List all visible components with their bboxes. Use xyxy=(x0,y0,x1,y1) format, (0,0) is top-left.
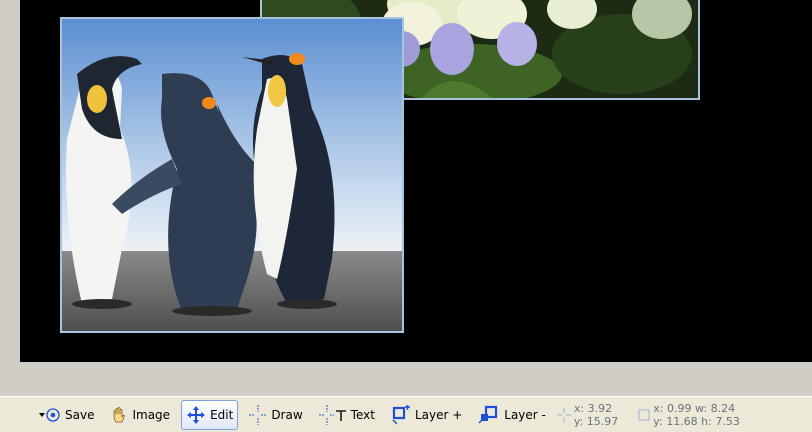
selection-rect-icon xyxy=(638,409,650,421)
cursor-y-value: y: 15.97 xyxy=(573,414,619,428)
text-label: Text xyxy=(350,407,375,422)
image-button[interactable]: Image xyxy=(105,400,175,430)
photo-stage[interactable] xyxy=(20,0,812,362)
edit-label: Edit xyxy=(210,407,234,422)
save-dropdown-icon xyxy=(39,407,61,422)
canvas-area[interactable] xyxy=(0,0,812,395)
crosshair-icon xyxy=(249,404,268,425)
text-button[interactable]: Text xyxy=(314,400,380,430)
draw-label: Draw xyxy=(271,407,303,422)
penguins-photo[interactable] xyxy=(60,17,404,333)
selection-readout: x: 0.99 w: 8.24 y: 11.68 h: 7.53 xyxy=(638,402,740,428)
crosshair-text-icon xyxy=(318,404,347,425)
move-arrows-icon xyxy=(186,405,206,425)
draw-button[interactable]: Draw xyxy=(244,400,307,430)
layer-add-label: Layer + xyxy=(414,407,463,422)
edit-button[interactable]: Edit xyxy=(181,399,239,430)
cursor-position-readout: x: 3.92 y: 15.97 xyxy=(556,401,619,428)
bottom-toolbar: Save Image Edit Draw Text Layer + Layer … xyxy=(0,396,812,432)
layer-remove-button[interactable]: Layer - xyxy=(473,400,551,430)
layer-add-button[interactable]: Layer + xyxy=(386,400,467,430)
layer-add-icon xyxy=(391,404,411,425)
image-label: Image xyxy=(132,407,171,422)
selection-line-2: y: 11.68 h: 7.53 xyxy=(653,414,740,428)
cursor-position-icon xyxy=(556,407,571,422)
selection-line-1: x: 0.99 w: 8.24 xyxy=(653,401,736,415)
save-button[interactable]: Save xyxy=(34,400,99,430)
layer-remove-label: Layer - xyxy=(504,407,546,422)
layer-remove-icon xyxy=(478,405,500,425)
cursor-x-value: x: 3.92 xyxy=(573,401,613,415)
hand-icon xyxy=(110,406,128,424)
save-label: Save xyxy=(65,407,95,422)
